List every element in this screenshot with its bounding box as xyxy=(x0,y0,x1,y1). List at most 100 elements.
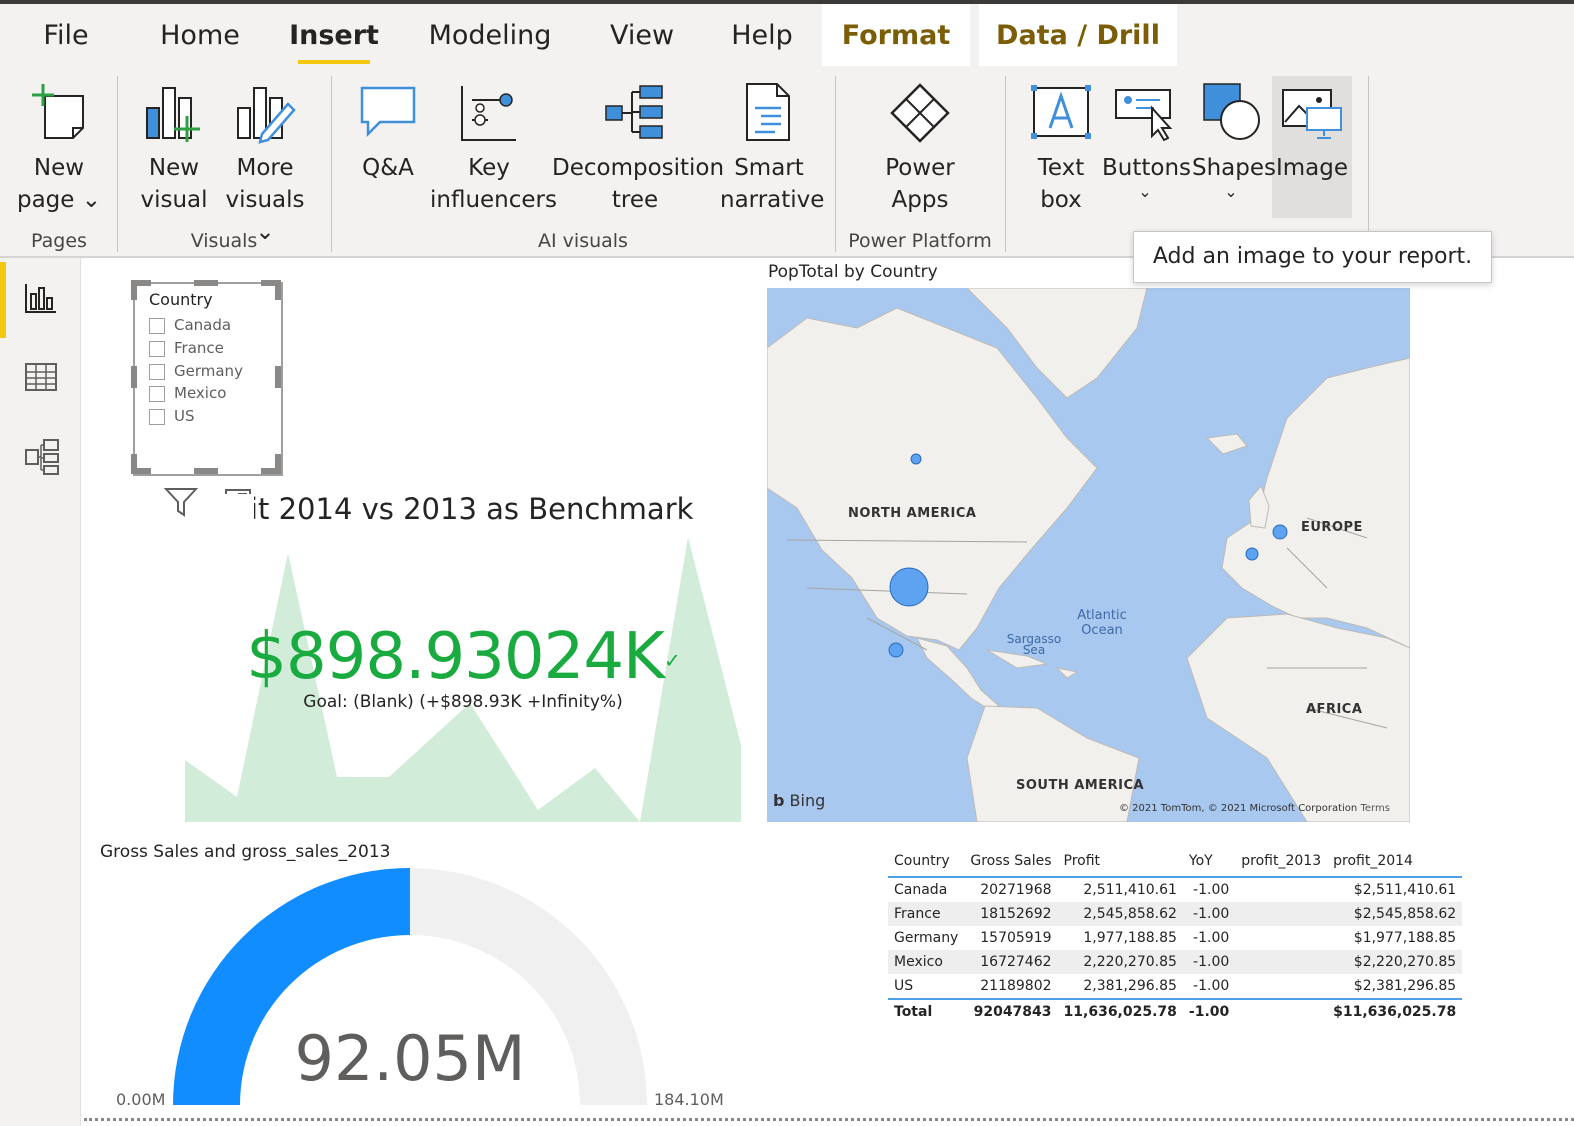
image-label: Image xyxy=(1275,155,1349,181)
cell-gross-sales: 15705919 xyxy=(980,930,1052,946)
group-ai-visuals-label: AI visuals xyxy=(538,230,628,252)
data-table: Country Gross Sales Profit YoY profit_20… xyxy=(888,846,1463,1024)
resize-handle[interactable] xyxy=(131,454,137,474)
qa-button[interactable]: Q&A xyxy=(350,76,426,226)
group-visuals-label: Visuals xyxy=(190,230,258,252)
cell-country: Total xyxy=(888,998,965,1024)
cell-profit-2014: $2,220,270.85 xyxy=(1327,950,1463,974)
smart-narrative-icon xyxy=(746,83,790,141)
group-separator xyxy=(331,76,332,252)
new-visual-button[interactable]: New visual xyxy=(134,76,214,226)
cell-profit-2014: $2,381,296.85 xyxy=(1353,978,1457,994)
table-row: France 18152692 2,545,858.62 -1.00 $2,54… xyxy=(888,902,1463,926)
column-header[interactable]: YoY xyxy=(1182,846,1236,878)
cell-gross-sales: 16727462 xyxy=(964,950,1058,974)
checkbox[interactable] xyxy=(149,364,165,380)
column-header[interactable]: Profit xyxy=(1057,846,1183,878)
model-view-icon[interactable] xyxy=(24,438,60,476)
text-box-icon xyxy=(1031,85,1091,139)
resize-handle[interactable] xyxy=(275,454,281,474)
data-view-icon[interactable] xyxy=(24,362,58,392)
cell-yoy: -1.00 xyxy=(1193,882,1230,898)
table-header-row: Country Gross Sales Profit YoY profit_20… xyxy=(888,846,1463,878)
cell-profit: 11,636,025.78 xyxy=(1057,998,1183,1024)
cell-country: Germany xyxy=(894,930,959,946)
resize-handle[interactable] xyxy=(275,280,281,300)
resize-handle[interactable] xyxy=(275,366,281,388)
checkbox[interactable] xyxy=(149,341,165,357)
map-visual[interactable]: NORTH AMERICA EUROPE AFRICA SOUTH AMERIC… xyxy=(767,288,1410,822)
group-separator xyxy=(117,76,118,252)
key-influencers-button[interactable]: Key influencers xyxy=(430,76,557,226)
tab-insert[interactable]: Insert xyxy=(284,4,384,66)
cell-profit-2013 xyxy=(1235,902,1328,926)
label-north-america: NORTH AMERICA xyxy=(848,506,977,521)
tab-data-drill[interactable]: Data / Drill xyxy=(979,4,1177,66)
power-apps-button[interactable]: Power Apps xyxy=(862,76,978,226)
table-row: Canada 20271968 2,511,410.61 -1.00 $2,51… xyxy=(888,877,1462,902)
resize-handle[interactable] xyxy=(131,280,137,300)
cell-gross-sales: 92047843 xyxy=(964,998,1058,1024)
resize-handle[interactable] xyxy=(194,280,218,286)
cell-gross-sales: 20271968 xyxy=(980,882,1052,898)
label-south-america: SOUTH AMERICA xyxy=(1016,778,1145,793)
decomposition-tree-icon xyxy=(605,85,663,139)
tab-file[interactable]: File xyxy=(26,4,106,66)
tab-home[interactable]: Home xyxy=(150,4,250,66)
column-header[interactable]: profit_2014 xyxy=(1327,846,1463,878)
kpi-goal: Goal: (Blank) (+$898.93K +Infinity%) xyxy=(303,692,623,712)
report-view-icon[interactable] xyxy=(24,282,58,314)
bing-logo: b Bing xyxy=(773,791,826,810)
group-pages-label: Pages xyxy=(31,230,87,252)
cell-profit-2014: $11,636,025.78 xyxy=(1327,998,1463,1024)
check-icon: ✓ xyxy=(664,648,681,673)
group-power-platform-label: Power Platform xyxy=(848,230,992,252)
more-visuals-button[interactable]: More visuals ⌄ xyxy=(218,76,312,245)
cell-profit: 1,977,188.85 xyxy=(1083,930,1177,946)
filter-icon[interactable] xyxy=(164,486,198,518)
resize-handle[interactable] xyxy=(131,366,137,388)
text-box-button[interactable]: Text box xyxy=(1024,76,1098,226)
cell-yoy: -1.00 xyxy=(1182,950,1236,974)
tab-format[interactable]: Format xyxy=(822,4,970,66)
cell-profit-2013 xyxy=(1235,926,1327,950)
new-visual-label: New visual xyxy=(140,155,208,213)
tab-help[interactable]: Help xyxy=(722,4,802,66)
cell-gross-sales: 21189802 xyxy=(980,978,1052,994)
cell-country: France xyxy=(888,902,965,926)
cell-yoy: -1.00 xyxy=(1182,902,1236,926)
group-separator xyxy=(835,76,836,252)
group-separator xyxy=(1368,76,1369,252)
tab-modeling[interactable]: Modeling xyxy=(420,4,560,66)
shapes-button[interactable]: Shapes ⌄ xyxy=(1192,76,1276,226)
new-page-icon xyxy=(32,84,84,139)
cell-profit-2013 xyxy=(1235,877,1327,902)
active-view-indicator xyxy=(0,262,6,338)
cell-profit-2013 xyxy=(1235,950,1328,974)
label-europe: EUROPE xyxy=(1301,520,1363,535)
checkbox[interactable] xyxy=(149,386,165,402)
column-header[interactable]: Country xyxy=(888,846,965,878)
cell-profit: 2,545,858.62 xyxy=(1057,902,1183,926)
new-page-label: New page ⌄ xyxy=(16,155,102,213)
column-header[interactable]: Gross Sales xyxy=(964,846,1058,878)
new-page-button[interactable]: New page ⌄ xyxy=(14,76,104,226)
tab-view[interactable]: View xyxy=(600,4,684,66)
decomposition-tree-button[interactable]: Decomposition tree xyxy=(552,76,724,226)
checkbox[interactable] xyxy=(149,409,165,425)
map-land xyxy=(767,288,1410,822)
buttons-button[interactable]: Buttons ⌄ xyxy=(1102,76,1191,226)
canvas-bottom-border xyxy=(84,1118,1574,1121)
resize-handle[interactable] xyxy=(194,468,218,474)
gauge-title: Gross Sales and gross_sales_2013 xyxy=(100,842,391,862)
smart-narrative-button[interactable]: Smart narrative xyxy=(720,76,824,226)
gauge-value: 92.05M xyxy=(294,1022,526,1095)
qa-chat-icon xyxy=(360,86,416,138)
kpi-title: ofit 2014 vs 2013 as Benchmark xyxy=(222,492,694,526)
gauge-max-label: 184.10M xyxy=(654,1090,724,1109)
image-button[interactable]: Image xyxy=(1272,76,1352,218)
terms-link[interactable]: Terms xyxy=(1360,803,1389,814)
cell-profit: 2,381,296.85 xyxy=(1083,978,1177,994)
checkbox[interactable] xyxy=(149,318,165,334)
column-header[interactable]: profit_2013 xyxy=(1235,846,1328,878)
